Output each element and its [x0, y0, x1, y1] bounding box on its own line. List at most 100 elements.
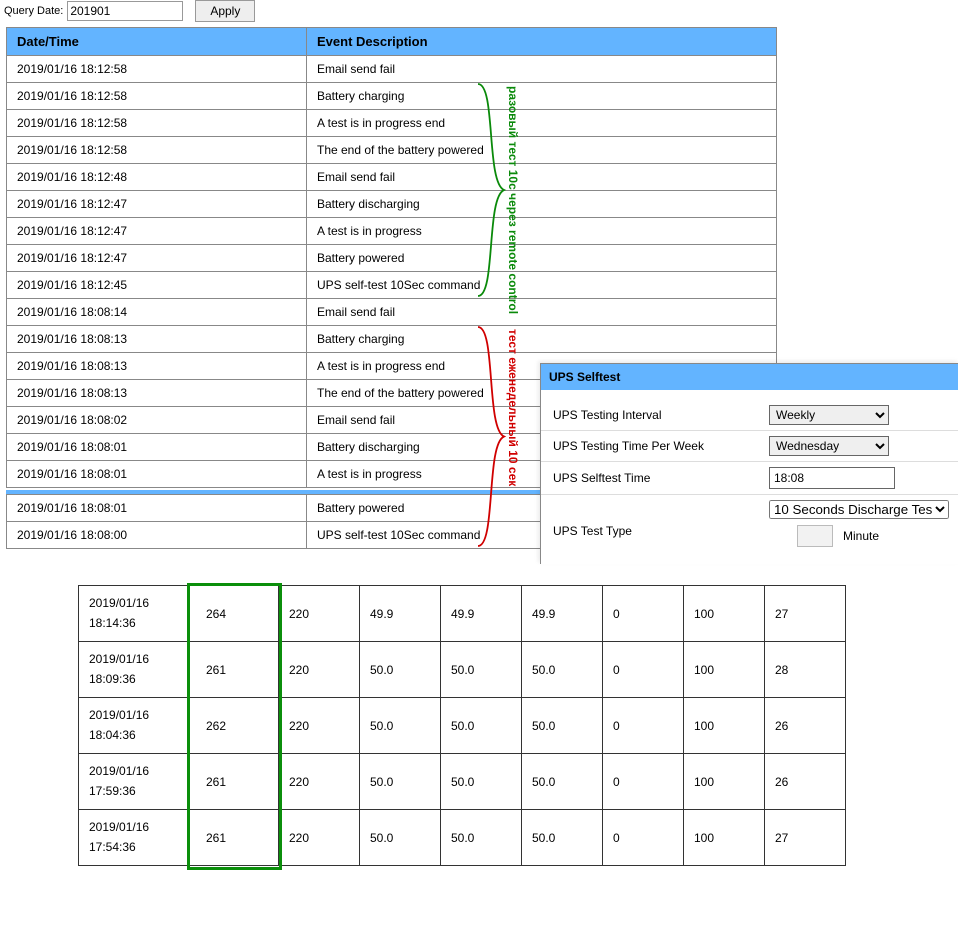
measurements-table: 2019/01/1618:14:3626422049.949.949.90100…: [78, 585, 846, 866]
cell-value: 26: [765, 698, 846, 754]
table-row: 2019/01/16 18:12:58A test is in progress…: [7, 110, 777, 137]
cell-value: 220: [279, 698, 360, 754]
cell-value: 0: [603, 586, 684, 642]
table-header-row: Date/Time Event Description: [7, 28, 777, 56]
selftest-type-label: UPS Test Type: [541, 510, 769, 538]
cell-datetime: 2019/01/1617:59:36: [79, 754, 190, 810]
cell-value: 50.0: [360, 754, 441, 810]
selftest-interval-label: UPS Testing Interval: [541, 408, 769, 422]
cell-event-desc: Battery discharging: [307, 191, 777, 218]
cell-value: 100: [684, 698, 765, 754]
cell-event-desc: Email send fail: [307, 299, 777, 326]
annotation-green: разовый тест 10с через remote control: [506, 86, 520, 294]
cell-date-time: 2019/01/16 18:08:14: [7, 299, 307, 326]
table-row: 2019/01/1618:04:3626222050.050.050.00100…: [79, 698, 846, 754]
cell-value: 50.0: [360, 642, 441, 698]
ups-selftest-panel: UPS Selftest UPS Testing Interval Weekly…: [540, 363, 958, 564]
selftest-interval-select[interactable]: Weekly: [769, 405, 889, 425]
table-row: 2019/01/1618:09:3626122050.050.050.00100…: [79, 642, 846, 698]
cell-event-desc: The end of the battery powered: [307, 137, 777, 164]
measurements-container: 2019/01/1618:14:3626422049.949.949.90100…: [0, 585, 958, 866]
query-label: Query Date:: [4, 5, 63, 17]
cell-date-time: 2019/01/16 18:08:02: [7, 407, 307, 434]
cell-value: 26: [765, 754, 846, 810]
cell-date-time: 2019/01/16 18:08:13: [7, 326, 307, 353]
col-date-time: Date/Time: [7, 28, 307, 56]
cell-date-time: 2019/01/16 18:12:48: [7, 164, 307, 191]
query-date-input[interactable]: [67, 1, 183, 21]
cell-value: 50.0: [441, 810, 522, 866]
cell-value: 50.0: [441, 698, 522, 754]
cell-date-time: 2019/01/16 18:12:47: [7, 218, 307, 245]
cell-date-time: 2019/01/16 18:12:58: [7, 83, 307, 110]
cell-event-desc: A test is in progress end: [307, 110, 777, 137]
cell-datetime: 2019/01/1618:04:36: [79, 698, 190, 754]
cell-date-time: 2019/01/16 18:12:45: [7, 272, 307, 299]
table-row: 2019/01/16 18:12:47Battery discharging: [7, 191, 777, 218]
selftest-minute-input[interactable]: [797, 525, 833, 547]
cell-value: 50.0: [522, 810, 603, 866]
annotation-red: тест еженедельный 10 сек: [506, 329, 520, 544]
cell-value: 27: [765, 810, 846, 866]
cell-event-desc: Battery charging: [307, 83, 777, 110]
selftest-title: UPS Selftest: [541, 364, 958, 390]
query-bar: Query Date: Apply: [0, 0, 958, 25]
apply-button[interactable]: Apply: [195, 0, 255, 22]
cell-datetime: 2019/01/1618:09:36: [79, 642, 190, 698]
selftest-time-input[interactable]: [769, 467, 895, 489]
cell-value: 28: [765, 642, 846, 698]
cell-value: 0: [603, 810, 684, 866]
cell-date-time: 2019/01/16 18:08:01: [7, 461, 307, 488]
cell-date-time: 2019/01/16 18:12:58: [7, 137, 307, 164]
cell-value: 0: [603, 754, 684, 810]
table-row: 2019/01/16 18:12:47A test is in progress: [7, 218, 777, 245]
cell-value: 50.0: [441, 642, 522, 698]
cell-datetime: 2019/01/1618:14:36: [79, 586, 190, 642]
cell-date-time: 2019/01/16 18:08:13: [7, 380, 307, 407]
table-row: 2019/01/16 18:08:14Email send fail: [7, 299, 777, 326]
cell-event-desc: Email send fail: [307, 164, 777, 191]
selftest-minute-line: Minute: [797, 525, 949, 547]
selftest-minute-label: Minute: [843, 529, 879, 543]
cell-value: 49.9: [360, 586, 441, 642]
cell-event-desc: Battery powered: [307, 245, 777, 272]
cell-value: 261: [190, 642, 279, 698]
table-row: 2019/01/1617:54:3626122050.050.050.00100…: [79, 810, 846, 866]
cell-date-time: 2019/01/16 18:08:01: [7, 434, 307, 461]
cell-value: 50.0: [522, 698, 603, 754]
cell-value: 0: [603, 698, 684, 754]
cell-date-time: 2019/01/16 18:08:13: [7, 353, 307, 380]
cell-value: 27: [765, 586, 846, 642]
cell-value: 50.0: [522, 754, 603, 810]
cell-date-time: 2019/01/16 18:08:01: [7, 495, 307, 522]
table-row: 2019/01/16 18:12:58Email send fail: [7, 56, 777, 83]
cell-event-desc: UPS self-test 10Sec command: [307, 272, 777, 299]
selftest-row-interval: UPS Testing Interval Weekly: [541, 400, 958, 430]
selftest-type-select[interactable]: 10 Seconds Discharge Test: [769, 500, 949, 519]
table-row: 2019/01/1618:14:3626422049.949.949.90100…: [79, 586, 846, 642]
selftest-week-select[interactable]: Wednesday: [769, 436, 889, 456]
col-event-description: Event Description: [307, 28, 777, 56]
cell-date-time: 2019/01/16 18:12:58: [7, 110, 307, 137]
cell-date-time: 2019/01/16 18:12:58: [7, 56, 307, 83]
selftest-row-type: UPS Test Type 10 Seconds Discharge Test …: [541, 494, 958, 552]
cell-event-desc: A test is in progress: [307, 218, 777, 245]
cell-value: 0: [603, 642, 684, 698]
cell-date-time: 2019/01/16 18:12:47: [7, 245, 307, 272]
cell-value: 264: [190, 586, 279, 642]
table-row: 2019/01/16 18:12:58Battery charging: [7, 83, 777, 110]
cell-value: 49.9: [441, 586, 522, 642]
cell-event-desc: Battery charging: [307, 326, 777, 353]
cell-value: 50.0: [360, 810, 441, 866]
cell-value: 100: [684, 586, 765, 642]
cell-value: 50.0: [522, 642, 603, 698]
table-row: 2019/01/16 18:12:47Battery powered: [7, 245, 777, 272]
selftest-row-week: UPS Testing Time Per Week Wednesday: [541, 430, 958, 461]
cell-value: 220: [279, 642, 360, 698]
table-row: 2019/01/16 18:12:45UPS self-test 10Sec c…: [7, 272, 777, 299]
cell-value: 100: [684, 810, 765, 866]
cell-value: 100: [684, 754, 765, 810]
table-row: 2019/01/16 18:08:13Battery charging: [7, 326, 777, 353]
selftest-week-label: UPS Testing Time Per Week: [541, 439, 769, 453]
cell-value: 261: [190, 754, 279, 810]
